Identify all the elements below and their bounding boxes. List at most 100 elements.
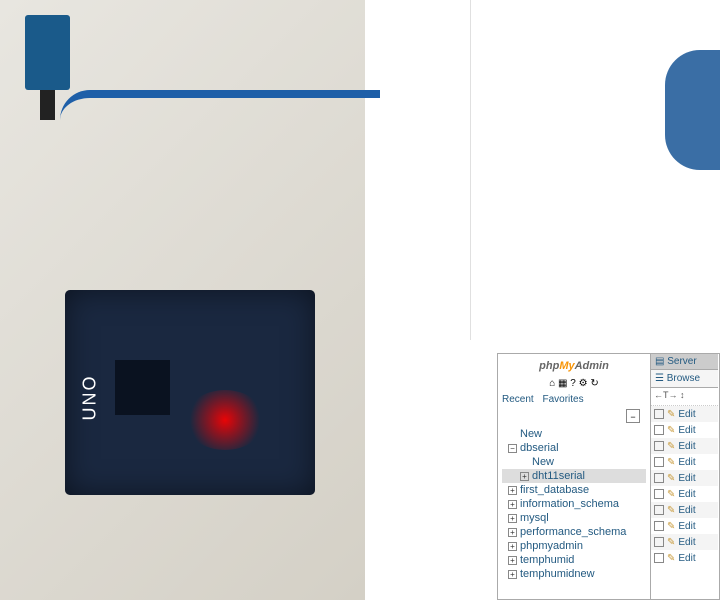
edit-link[interactable]: Edit <box>678 409 695 420</box>
table-row: ✎Edit <box>651 518 718 534</box>
expand-icon[interactable]: + <box>520 472 529 481</box>
table-rows: ✎Edit✎Edit✎Edit✎Edit✎Edit✎Edit✎Edit✎Edit… <box>651 406 718 566</box>
docs-icon[interactable]: ? <box>570 378 576 389</box>
edit-icon[interactable]: ✎ <box>667 505 675 516</box>
tab-recent[interactable]: Recent <box>502 394 534 405</box>
dht11-sensor <box>25 15 70 90</box>
sql-icon[interactable]: ▦ <box>558 378 567 389</box>
breadcrumb-server[interactable]: ▤ Server <box>651 354 718 370</box>
tree-node[interactable]: New <box>502 455 646 469</box>
edit-link[interactable]: Edit <box>678 457 695 468</box>
tree-node[interactable]: −dbserial <box>502 441 646 455</box>
tree-node[interactable]: +temphumid <box>502 553 646 567</box>
edit-icon[interactable]: ✎ <box>667 457 675 468</box>
table-row: ✎Edit <box>651 470 718 486</box>
row-checkbox[interactable] <box>654 537 664 547</box>
table-row: ✎Edit <box>651 422 718 438</box>
expand-icon[interactable]: + <box>508 570 517 579</box>
server-label: Server <box>667 356 696 367</box>
edit-icon[interactable]: ✎ <box>667 441 675 452</box>
expand-icon[interactable]: + <box>508 486 517 495</box>
tree-node-label: dht11serial <box>532 470 585 482</box>
tree-node[interactable]: +mysql <box>502 511 646 525</box>
table-row: ✎Edit <box>651 550 718 566</box>
row-checkbox[interactable] <box>654 489 664 499</box>
pma-collapse-row: − <box>502 409 646 423</box>
edit-link[interactable]: Edit <box>678 553 695 564</box>
edit-link[interactable]: Edit <box>678 441 695 452</box>
edit-icon[interactable]: ✎ <box>667 409 675 420</box>
pma-main-panel: ▤ Server ☰ Browse ←T→ ↕ ✎Edit✎Edit✎Edit✎… <box>650 354 718 599</box>
row-checkbox[interactable] <box>654 457 664 467</box>
database-tree: New−dbserialNew+dht11serial+first_databa… <box>502 427 646 581</box>
server-icon: ▤ <box>655 356 664 367</box>
row-checkbox[interactable] <box>654 473 664 483</box>
edit-link[interactable]: Edit <box>678 425 695 436</box>
tree-node[interactable]: +information_schema <box>502 497 646 511</box>
logo-fragment <box>665 50 720 170</box>
tree-node-label: New <box>532 456 554 468</box>
tab-browse[interactable]: ☰ Browse <box>651 370 718 388</box>
row-checkbox[interactable] <box>654 425 664 435</box>
pma-quick-icons[interactable]: ⌂ ▦ ? ⚙ ↻ <box>502 378 646 389</box>
edit-icon[interactable]: ✎ <box>667 537 675 548</box>
tree-node-label: temphumidnew <box>520 568 595 580</box>
row-checkbox[interactable] <box>654 505 664 515</box>
home-icon[interactable]: ⌂ <box>549 378 555 389</box>
hardware-photo: UNO <box>0 0 365 600</box>
edit-icon[interactable]: ✎ <box>667 473 675 484</box>
tab-favorites[interactable]: Favorites <box>542 394 583 405</box>
browse-label: Browse <box>667 373 700 384</box>
edit-link[interactable]: Edit <box>678 521 695 532</box>
expand-icon[interactable]: + <box>508 542 517 551</box>
sort-toolbar[interactable]: ←T→ ↕ <box>651 388 718 406</box>
row-checkbox[interactable] <box>654 553 664 563</box>
tree-node-label: first_database <box>520 484 589 496</box>
edit-icon[interactable]: ✎ <box>667 425 675 436</box>
expand-icon[interactable]: + <box>508 528 517 537</box>
browse-icon: ☰ <box>655 373 664 384</box>
edit-link[interactable]: Edit <box>678 537 695 548</box>
power-leds <box>185 390 265 450</box>
edit-icon[interactable]: ✎ <box>667 553 675 564</box>
edit-icon[interactable]: ✎ <box>667 489 675 500</box>
usb-cable <box>60 90 380 150</box>
table-row: ✎Edit <box>651 486 718 502</box>
tree-node[interactable]: +dht11serial <box>502 469 646 483</box>
tree-node[interactable]: +first_database <box>502 483 646 497</box>
table-row: ✎Edit <box>651 454 718 470</box>
arduino-uno-board: UNO <box>65 290 315 495</box>
tree-node[interactable]: New <box>502 427 646 441</box>
table-row: ✎Edit <box>651 534 718 550</box>
row-checkbox[interactable] <box>654 409 664 419</box>
reload-icon[interactable]: ↻ <box>590 378 598 389</box>
settings-icon[interactable]: ⚙ <box>579 378 588 389</box>
expand-icon[interactable]: + <box>508 500 517 509</box>
table-row: ✎Edit <box>651 502 718 518</box>
edit-icon[interactable]: ✎ <box>667 521 675 532</box>
table-row: ✎Edit <box>651 438 718 454</box>
tree-node-label: information_schema <box>520 498 619 510</box>
row-checkbox[interactable] <box>654 441 664 451</box>
logo-part-php: php <box>539 360 559 372</box>
pma-sidebar: phpMyAdmin ⌂ ▦ ? ⚙ ↻ Recent Favorites − … <box>498 354 650 599</box>
tree-node-label: dbserial <box>520 442 559 454</box>
expand-icon[interactable]: + <box>508 514 517 523</box>
table-row: ✎Edit <box>651 406 718 422</box>
logo-part-admin: Admin <box>575 360 609 372</box>
row-checkbox[interactable] <box>654 521 664 531</box>
logo-part-my: My <box>559 360 574 372</box>
edit-link[interactable]: Edit <box>678 473 695 484</box>
tree-node-label: mysql <box>520 512 549 524</box>
phpmyadmin-window: phpMyAdmin ⌂ ▦ ? ⚙ ↻ Recent Favorites − … <box>497 353 720 600</box>
tree-node[interactable]: +temphumidnew <box>502 567 646 581</box>
pma-history-tabs: Recent Favorites <box>502 394 646 405</box>
edit-link[interactable]: Edit <box>678 505 695 516</box>
tree-node[interactable]: +performance_schema <box>502 525 646 539</box>
collapse-all-button[interactable]: − <box>626 409 640 423</box>
pma-logo[interactable]: phpMyAdmin <box>502 360 646 372</box>
expand-icon[interactable]: + <box>508 556 517 565</box>
edit-link[interactable]: Edit <box>678 489 695 500</box>
expand-icon[interactable]: − <box>508 444 517 453</box>
tree-node[interactable]: +phpmyadmin <box>502 539 646 553</box>
